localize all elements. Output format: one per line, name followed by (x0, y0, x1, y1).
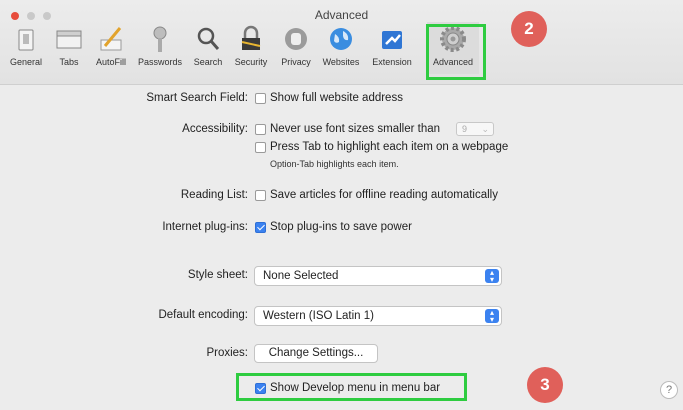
title-bar: Advanced General Tabs AutoFill Passwords… (0, 0, 683, 85)
develop-menu-highlight (236, 373, 467, 401)
reading-list-text: Save articles for offline reading automa… (270, 189, 498, 201)
general-icon (18, 29, 34, 51)
show-full-address-checkbox[interactable] (255, 93, 266, 104)
min-font-size-checkbox[interactable] (255, 124, 266, 135)
stop-plugins-text: Stop plug-ins to save power (270, 221, 412, 233)
press-tab-checkbox[interactable] (255, 142, 266, 153)
stop-plugins-checkbox[interactable] (255, 222, 266, 233)
key-icon (153, 26, 167, 52)
globe-icon (330, 28, 352, 50)
tabs-icon (56, 30, 82, 49)
autofill-icon (100, 27, 122, 51)
tab-tabs[interactable]: Tabs (52, 22, 86, 74)
tab-websites[interactable]: Websites (318, 22, 364, 74)
stepper-icon: ▴ ▾ (485, 269, 499, 284)
encoding-label: Default encoding: (158, 309, 248, 321)
window-title: Advanced (314, 8, 369, 22)
style-sheet-value: None Selected (263, 270, 339, 282)
stepper-icon: ▴ ▾ (485, 309, 499, 324)
accessibility-label: Accessibility: (182, 123, 248, 135)
reading-list-label: Reading List: (180, 189, 248, 201)
min-font-size-select[interactable]: 9 ⌄ (456, 122, 494, 136)
tab-passwords[interactable]: Passwords (134, 22, 186, 74)
style-sheet-select[interactable]: None Selected ▴ ▾ (254, 266, 502, 286)
help-button[interactable]: ? (660, 381, 678, 399)
extensions-icon (382, 31, 402, 49)
min-font-size-text: Never use font sizes smaller than (270, 123, 441, 135)
security-icon (241, 25, 261, 50)
search-icon (197, 27, 220, 50)
press-tab-text: Press Tab to highlight each item on a we… (270, 141, 509, 153)
plugins-label: Internet plug-ins: (162, 221, 248, 233)
tab-search[interactable]: Search (190, 22, 226, 74)
tab-general[interactable]: General (6, 22, 46, 74)
style-sheet-label: Style sheet: (187, 269, 248, 281)
step-2-badge: 2 (511, 11, 547, 47)
chevron-down-icon: ⌄ (481, 124, 489, 134)
show-full-address-text: Show full website address (270, 92, 403, 104)
encoding-select[interactable]: Western (ISO Latin 1) ▴ ▾ (254, 306, 502, 326)
min-font-size-value: 9 (462, 124, 468, 134)
press-tab-hint: Option-Tab highlights each item. (270, 159, 399, 169)
tab-extensions[interactable]: Extension (367, 22, 417, 74)
smart-search-label: Smart Search Field: (146, 92, 248, 104)
advanced-tab-highlight (426, 24, 486, 80)
tab-privacy[interactable]: Privacy (277, 22, 315, 74)
encoding-value: Western (ISO Latin 1) (263, 310, 374, 322)
preferences-window: Advanced General Tabs AutoFill Passwords… (0, 0, 683, 410)
proxies-label: Proxies: (206, 347, 248, 359)
privacy-icon (285, 28, 307, 50)
reading-list-checkbox[interactable] (255, 190, 266, 201)
tab-security[interactable]: Security (229, 22, 273, 74)
tab-autofill[interactable]: AutoFill (90, 22, 132, 74)
change-settings-button[interactable]: Change Settings... (254, 344, 378, 363)
step-3-badge: 3 (527, 367, 563, 403)
